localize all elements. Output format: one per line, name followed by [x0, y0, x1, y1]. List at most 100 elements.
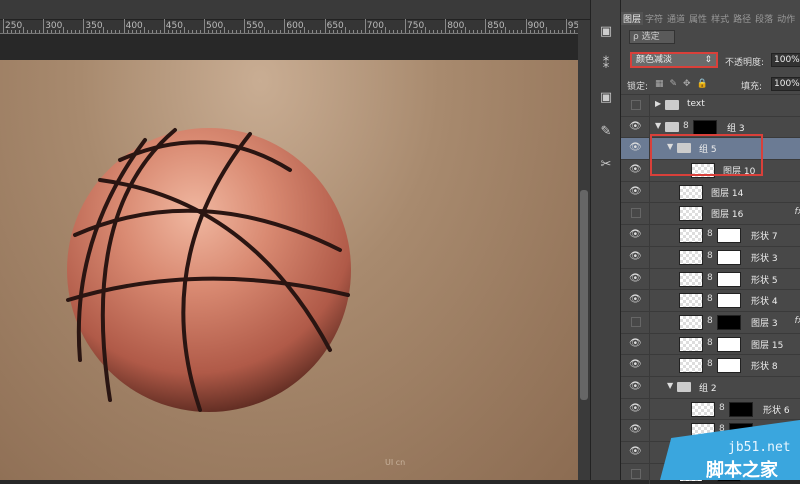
ruler-tick: [220, 30, 221, 33]
fill-input[interactable]: 100%: [771, 77, 800, 91]
eye-icon[interactable]: 👁: [629, 143, 641, 153]
ruler-tick: [164, 19, 165, 33]
tool-presets-icon[interactable]: ✂: [596, 155, 616, 175]
divider: [649, 399, 650, 420]
canvas[interactable]: UI cn: [0, 60, 578, 480]
adjustments-icon[interactable]: ⁑: [596, 55, 616, 75]
eye-icon[interactable]: 👁: [629, 165, 641, 175]
panel-tab[interactable]: 图层: [621, 12, 643, 25]
layer-thumbnail: [691, 402, 715, 417]
layer-name: 形状 5: [751, 273, 778, 286]
layer-mask-thumbnail: [717, 228, 741, 243]
vertical-scrollbar[interactable]: [578, 20, 590, 480]
eye-icon[interactable]: 👁: [629, 382, 641, 392]
ruler-tick: [312, 30, 313, 33]
ruler-tick: [268, 30, 269, 33]
layer-row[interactable]: ▶text: [621, 94, 800, 116]
fill-label: 填充:: [741, 79, 762, 92]
layer-row[interactable]: 👁8形状 4: [621, 289, 800, 311]
ruler-tick: [63, 27, 64, 33]
opacity-input[interactable]: 100%: [771, 53, 800, 67]
blend-mode-select[interactable]: 颜色减淡⇕: [630, 52, 718, 68]
ruler-tick: [566, 19, 567, 33]
ruler-tick: [308, 30, 309, 33]
ruler-tick: [534, 30, 535, 33]
layer-row[interactable]: 8图层 3fx: [621, 311, 800, 333]
layer-row[interactable]: 👁8形状 3: [621, 246, 800, 268]
collapse-triangle-icon[interactable]: ▼: [667, 381, 673, 390]
ruler-tick: [107, 30, 108, 33]
eye-icon[interactable]: 👁: [629, 425, 641, 435]
ruler-tick: [168, 30, 169, 33]
panel-tab[interactable]: 字符: [643, 12, 665, 25]
ruler-tick: [461, 30, 462, 33]
ruler-tick: [477, 30, 478, 33]
ruler-tick: [345, 27, 346, 33]
layer-row[interactable]: 👁8形状 6: [621, 398, 800, 420]
ruler-tick: [284, 19, 285, 33]
eye-icon[interactable]: 👁: [629, 295, 641, 305]
ruler-tick: [31, 30, 32, 33]
visibility-toggle[interactable]: [631, 100, 641, 110]
layer-filter[interactable]: ρ 选定: [629, 30, 675, 44]
ruler-tick: [256, 30, 257, 33]
eye-icon[interactable]: 👁: [629, 252, 641, 262]
panel-tab[interactable]: 通道: [665, 12, 687, 25]
ruler-tick: [421, 30, 422, 33]
ruler-tick: [505, 27, 506, 33]
ruler-tick: [546, 27, 547, 33]
lock-icons[interactable]: ▦✎✥🔒: [655, 79, 714, 89]
ruler-tick: [473, 30, 474, 33]
layer-mask-thumbnail: [693, 120, 717, 135]
panel-tab[interactable]: 动作: [775, 12, 797, 25]
visibility-toggle[interactable]: [631, 469, 641, 479]
layer-row[interactable]: 👁8形状 7: [621, 224, 800, 246]
layer-row[interactable]: 👁▼组 2: [621, 376, 800, 398]
eye-icon[interactable]: 👁: [629, 274, 641, 284]
eye-icon[interactable]: 👁: [629, 187, 641, 197]
layer-mask-thumbnail: [717, 337, 741, 352]
layer-row[interactable]: 图层 16fx: [621, 202, 800, 224]
swatches-icon[interactable]: ▣: [596, 88, 616, 108]
layer-mask-thumbnail: [717, 272, 741, 287]
ruler-tick: [272, 30, 273, 33]
panel-tab[interactable]: 样式: [709, 12, 731, 25]
brush-icon[interactable]: ✎: [596, 122, 616, 142]
visibility-toggle[interactable]: [631, 317, 641, 327]
history-icon[interactable]: ▣: [596, 22, 616, 42]
ruler-tick: [184, 27, 185, 33]
eye-icon[interactable]: 👁: [629, 447, 641, 457]
eye-icon[interactable]: 👁: [629, 360, 641, 370]
layer-mask-thumbnail: [717, 293, 741, 308]
layer-row[interactable]: 👁图层 14: [621, 181, 800, 203]
layer-row[interactable]: 👁8形状 5: [621, 268, 800, 290]
ruler-tick: [204, 19, 205, 33]
ruler-tick: [497, 30, 498, 33]
layer-row[interactable]: 👁8图层 15: [621, 333, 800, 355]
layer-row[interactable]: 👁8形状 8: [621, 354, 800, 376]
eye-icon[interactable]: 👁: [629, 339, 641, 349]
ruler-tick: [304, 27, 305, 33]
fx-icon[interactable]: fx: [795, 207, 800, 217]
ruler-tick: [562, 30, 563, 33]
scrollbar-thumb[interactable]: [580, 190, 588, 400]
eye-icon[interactable]: 👁: [629, 122, 641, 132]
eye-icon[interactable]: 👁: [629, 404, 641, 414]
ruler-tick: [43, 19, 44, 33]
panel-tab[interactable]: 段落: [753, 12, 775, 25]
folder-icon: [665, 100, 679, 110]
expand-triangle-icon[interactable]: ▶: [655, 99, 661, 108]
fx-icon[interactable]: fx: [795, 316, 800, 326]
ruler-tick: [489, 30, 490, 33]
ruler-tick: [240, 30, 241, 33]
ruler-tick: [469, 30, 470, 33]
eye-icon[interactable]: 👁: [629, 230, 641, 240]
panel-tab[interactable]: 属性: [687, 12, 709, 25]
ruler-tick: [71, 30, 72, 33]
ruler-tick: [59, 30, 60, 33]
divider: [649, 355, 650, 376]
visibility-toggle[interactable]: [631, 208, 641, 218]
collapse-triangle-icon[interactable]: ▼: [655, 121, 661, 130]
ruler-tick: [35, 30, 36, 33]
panel-tab[interactable]: 路径: [731, 12, 753, 25]
